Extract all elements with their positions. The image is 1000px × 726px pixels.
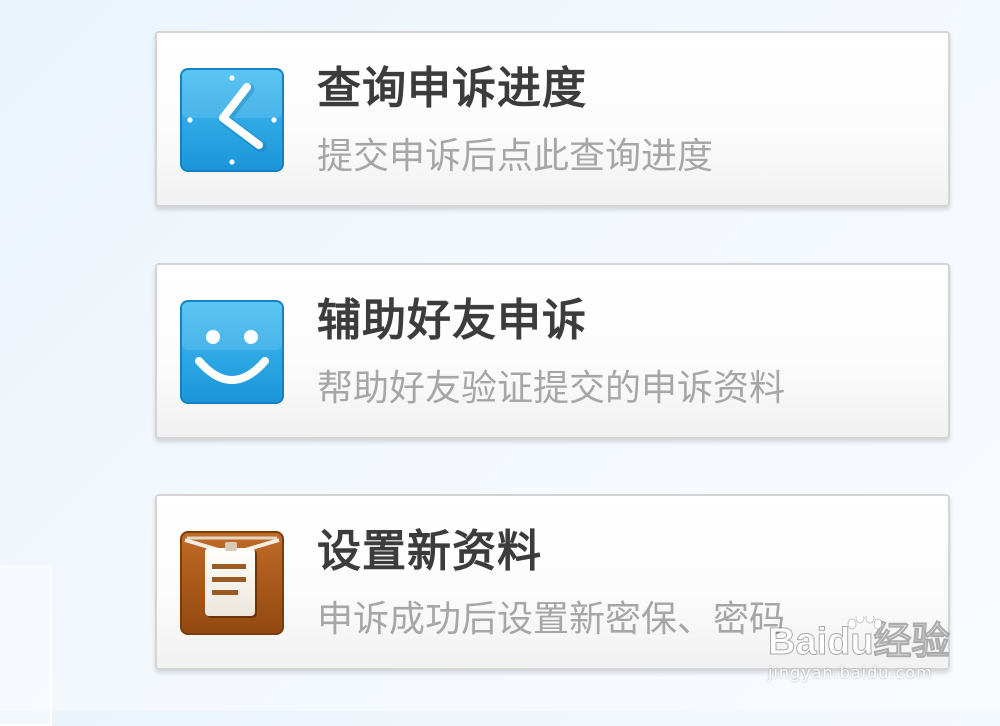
card-description: 帮助好友验证提交的申诉资料 — [317, 368, 786, 409]
set-new-info-card[interactable]: 设置新资料 申诉成功后设置新密保、密码 — [155, 494, 950, 670]
clipboard-icon — [180, 531, 284, 635]
card-title: 查询申诉进度 — [317, 63, 587, 114]
card-title: 辅助好友申诉 — [317, 295, 587, 346]
check-appeal-progress-card[interactable]: 查询申诉进度 提交申诉后点此查询进度 — [155, 31, 950, 207]
card-description: 提交申诉后点此查询进度 — [317, 136, 714, 177]
clock-icon — [180, 68, 284, 172]
smiley-icon — [180, 300, 284, 404]
card-description: 申诉成功后设置新密保、密码 — [317, 599, 786, 640]
left-panel — [0, 566, 52, 726]
card-title: 设置新资料 — [317, 526, 542, 577]
assist-friend-appeal-card[interactable]: 辅助好友申诉 帮助好友验证提交的申诉资料 — [155, 263, 950, 439]
